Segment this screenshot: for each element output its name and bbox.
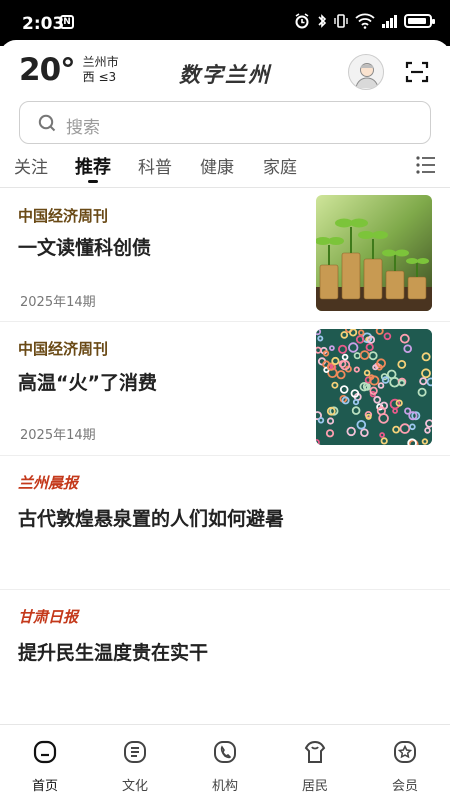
tab-family[interactable]: 家庭 [263,153,297,178]
status-time: 2:03 [22,14,65,34]
phone-icon [214,741,236,763]
nav-institution[interactable]: 机构 [195,739,255,794]
article-card[interactable]: 甘肃日报 提升民生温度贵在实干 [0,590,450,724]
nav-institution-label: 机构 [211,779,238,794]
article-title[interactable]: 古代敦煌悬泉置的人们如何避暑 [18,504,284,531]
tab-health[interactable]: 健康 [200,153,234,178]
vibrate-icon [334,14,348,28]
nav-home-label: 首页 [31,779,58,794]
article-thumbnail[interactable] [316,329,432,445]
category-tabs: 关注 推荐 科普 健康 家庭 [0,150,450,188]
culture-icon [124,741,146,763]
tab-science[interactable]: 科普 [138,153,172,178]
signal-icon [382,14,397,28]
nav-resident-label: 居民 [301,779,328,794]
wifi-icon [355,13,375,29]
article-source: 中国经济周刊 [18,207,109,225]
article-card[interactable]: 兰州晨报 古代敦煌悬泉置的人们如何避暑 [0,456,450,590]
article-source: 中国经济周刊 [18,340,109,358]
scan-icon[interactable] [405,61,429,83]
tab-menu-icon[interactable] [416,156,436,174]
search-input[interactable]: 搜索 [66,113,100,138]
home-icon [33,740,57,764]
nav-culture-label: 文化 [121,779,148,794]
article-source: 甘肃日报 [18,608,79,626]
article-thumbnail[interactable] [316,195,432,311]
nav-member[interactable]: 会员 [375,739,435,794]
alarm-icon [295,13,309,29]
search-icon [38,114,56,132]
battery-icon [404,14,435,28]
article-title[interactable]: 一文读懂科创债 [18,233,151,260]
article-date: 2025年14期 [20,295,96,310]
avatar[interactable] [348,54,384,90]
bluetooth-icon [318,14,327,28]
nav-resident[interactable]: 居民 [285,739,345,794]
article-card[interactable]: 中国经济周刊 高温“火”了消费 2025年14期 [0,322,450,456]
tab-recommend[interactable]: 推荐 [75,153,111,179]
article-date: 2025年14期 [20,428,96,443]
article-title[interactable]: 高温“火”了消费 [18,368,157,395]
nav-member-label: 会员 [391,779,418,794]
nav-home[interactable]: 首页 [15,739,75,794]
member-star-icon [394,741,416,763]
article-title[interactable]: 提升民生温度贵在实干 [18,638,208,665]
coins-seedlings-image [316,195,432,311]
resident-icon [304,740,326,763]
tab-follow[interactable]: 关注 [14,153,48,178]
search-bar[interactable]: 搜索 [19,101,431,144]
nav-culture[interactable]: 文化 [105,739,165,794]
article-card[interactable]: 中国经济周刊 一文读懂科创债 2025年14期 [0,189,450,322]
nfc-icon: N [60,15,74,29]
active-tab-indicator [88,180,98,183]
article-source: 兰州晨报 [18,474,79,492]
bottom-navigation: 首页 文化 机构 居民 会员 [0,724,450,800]
colorful-beads-image [316,329,432,445]
